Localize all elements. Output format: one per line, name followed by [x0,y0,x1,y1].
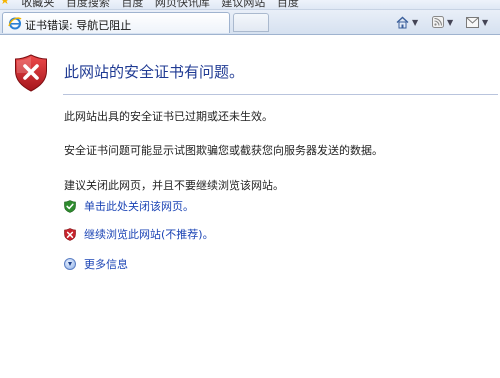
chevron-down-icon[interactable]: ▼ [412,18,418,27]
favorites-star-icon[interactable]: ★ [0,0,10,7]
more-info-label[interactable]: 更多信息 [84,256,128,272]
favorites-item[interactable]: 网页快讯库 [155,0,210,9]
feeds-button[interactable]: ▼ [432,14,453,30]
error-heading: 此网站的安全证书有问题。 [64,63,245,81]
chevron-down-icon[interactable]: ▼ [447,18,453,27]
green-shield-check-icon [64,199,76,213]
home-button[interactable]: ▼ [396,14,418,30]
continue-website-link[interactable]: 继续浏览此网站(不推荐)。 [64,226,214,242]
favorites-item[interactable]: 百度搜索 [66,0,110,9]
close-page-link-label[interactable]: 单击此处关闭该网页。 [84,198,194,214]
favorites-item[interactable]: 百度 [277,0,299,9]
divider [63,94,498,95]
error-message-expired: 此网站出具的安全证书已过期或还未生效。 [64,110,273,123]
tab-title: 证书错误: 导航已阻止 [25,19,132,32]
red-shield-x-icon [64,227,76,241]
shield-error-icon [15,54,47,92]
favorites-item[interactable]: 建议网站 [221,0,265,9]
close-page-link[interactable]: 单击此处关闭该网页。 [64,198,194,214]
continue-website-link-label[interactable]: 继续浏览此网站(不推荐)。 [84,226,214,242]
favorites-item[interactable]: 收藏夹 [21,0,54,9]
mail-button[interactable]: ▼ [466,14,488,30]
home-icon [396,16,409,28]
error-recommendation: 建议关闭此网页，并且不要继续浏览该网站。 [64,179,284,192]
ie-icon [8,17,22,30]
expand-circle-icon[interactable] [64,258,76,270]
more-info-toggle[interactable]: 更多信息 [64,256,128,272]
favorites-bar: ★ 收藏夹 百度搜索 百度 网页快讯库 建议网站 百度 [0,0,500,10]
rss-icon [432,16,444,28]
tab-certificate-error[interactable]: 证书错误: 导航已阻止 [2,12,230,33]
tab-bar: 证书错误: 导航已阻止 ▼ ▼ ▼ [0,10,500,35]
favorites-item[interactable]: 百度 [121,0,143,9]
new-tab-button[interactable] [233,13,269,32]
chevron-down-icon[interactable]: ▼ [482,18,488,27]
error-message-risk: 安全证书问题可能显示试图欺骗您或截获您向服务器发送的数据。 [64,144,383,157]
mail-icon [466,16,479,28]
